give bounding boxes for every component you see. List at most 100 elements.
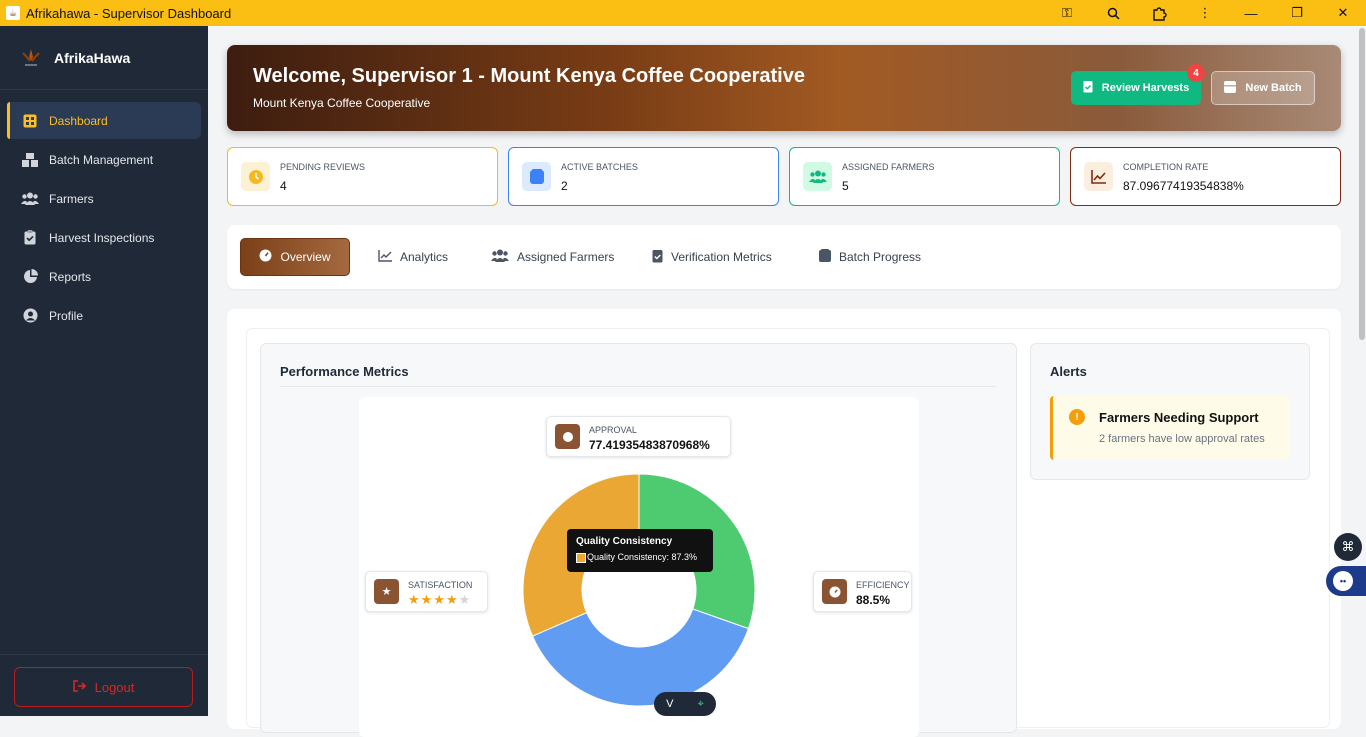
logout-button[interactable]: Logout (14, 667, 193, 707)
sidebar-item-harvest-inspections[interactable]: Harvest Inspections (7, 219, 201, 256)
pending-count-badge: 4 (1187, 64, 1205, 82)
window-title: Afrikahawa - Supervisor Dashboard (26, 5, 232, 21)
approval-value: 77.41935483870968% (589, 438, 710, 452)
close-button[interactable]: ✕ (1320, 0, 1366, 26)
efficiency-label: EFFICIENCY (856, 580, 910, 590)
stat-label: ASSIGNED FARMERS (842, 162, 935, 172)
star-icon: ★ (445, 592, 458, 607)
efficiency-value: 88.5% (856, 593, 891, 607)
approval-card: APPROVAL 77.41935483870968% (546, 416, 731, 457)
stat-card-pending-reviews: PENDING REVIEWS 4 (227, 147, 498, 206)
sidebar-item-batch-management[interactable]: Batch Management (7, 141, 201, 178)
page-title: Welcome, Supervisor 1 - Mount Kenya Coff… (253, 65, 805, 87)
performance-chart-area: APPROVAL 77.41935483870968% ★ SATISFACTI… (359, 397, 919, 737)
stat-card-active-batches: ACTIVE BATCHES 2 (508, 147, 779, 206)
sidebar-item-label: Harvest Inspections (49, 230, 155, 245)
section-title: Alerts (1050, 364, 1087, 379)
grid-icon (21, 114, 39, 128)
efficiency-card: EFFICIENCY 88.5% (813, 571, 912, 612)
satisfaction-card: ★ SATISFACTION ★★★★★ (365, 571, 488, 612)
command-icon[interactable]: ⌘ (1334, 533, 1362, 561)
stat-value: 4 (280, 179, 287, 193)
assistant-button[interactable]: •• (1326, 566, 1366, 596)
donut-slice-2[interactable] (531, 608, 750, 707)
brand[interactable]: AfrikaHawa (0, 26, 208, 90)
tab-batch-progress[interactable]: Batch Progress (819, 238, 921, 276)
main-content: Welcome, Supervisor 1 - Mount Kenya Coff… (208, 26, 1358, 737)
circle-icon (555, 424, 580, 449)
cooperative-name: Mount Kenya Coffee Cooperative (253, 96, 431, 110)
sidebar-item-farmers[interactable]: Farmers (7, 180, 201, 217)
crosshair-icon[interactable]: ⌖ (698, 698, 704, 711)
tab-label: Batch Progress (839, 250, 922, 264)
chevron-down-icon[interactable]: V (666, 698, 673, 710)
chart-tooltip: Quality Consistency Quality Consistency:… (567, 529, 713, 572)
sidebar-item-reports[interactable]: Reports (7, 258, 201, 295)
sidebar-item-profile[interactable]: Profile (7, 297, 201, 334)
satisfaction-stars: ★★★★★ (408, 591, 471, 609)
sign-out-icon (72, 679, 87, 695)
boxes-icon (21, 152, 39, 167)
alert-item[interactable]: ! Farmers Needing Support 2 farmers have… (1050, 396, 1290, 460)
tab-analytics[interactable]: Analytics (378, 238, 448, 276)
zoom-icon[interactable] (1090, 0, 1136, 26)
sidebar: AfrikaHawa Dashboard Batch Management Fa… (0, 26, 208, 716)
chart-line-icon (378, 249, 392, 265)
alert-text: 2 farmers have low approval rates (1099, 433, 1265, 445)
tab-overview[interactable]: Overview (240, 238, 350, 276)
new-batch-button[interactable]: New Batch (1211, 71, 1315, 105)
app-icon: ☕ (6, 6, 20, 20)
key-icon[interactable]: ⚿ (1044, 0, 1090, 26)
stat-label: PENDING REVIEWS (280, 162, 366, 172)
welcome-banner: Welcome, Supervisor 1 - Mount Kenya Coff… (227, 45, 1341, 131)
users-icon (803, 162, 832, 191)
new-batch-label: New Batch (1245, 82, 1302, 94)
approval-label: APPROVAL (589, 425, 637, 435)
users-icon (21, 192, 39, 205)
pie-chart-icon (21, 269, 39, 284)
chart-line-icon (1084, 162, 1113, 191)
star-icon: ★ (458, 592, 471, 607)
star-icon: ★ (408, 592, 420, 607)
tooltip-title: Quality Consistency (576, 536, 673, 547)
users-icon (491, 249, 509, 265)
box-icon (522, 162, 551, 191)
satisfaction-label: SATISFACTION (408, 580, 473, 590)
more-icon[interactable]: ⋮ (1182, 0, 1228, 26)
sidebar-item-label: Profile (49, 308, 84, 323)
overview-panel: Performance Metrics APPROVAL 77.41935483… (227, 309, 1341, 737)
stat-card-completion-rate: COMPLETION RATE 87.09677419354838% (1070, 147, 1341, 206)
tab-assigned-farmers[interactable]: Assigned Farmers (491, 238, 614, 276)
review-harvests-label: Review Harvests (1101, 82, 1190, 94)
clipboard-check-icon (1083, 80, 1093, 96)
performance-metrics-card: Performance Metrics APPROVAL 77.41935483… (260, 343, 1017, 737)
box-icon (1224, 80, 1237, 96)
sidebar-item-label: Batch Management (49, 152, 154, 167)
section-title: Performance Metrics (280, 364, 409, 379)
tab-label: Overview (280, 250, 331, 264)
tab-label: Assigned Farmers (517, 250, 615, 264)
clock-icon (241, 162, 270, 191)
star-icon: ★ (420, 592, 433, 607)
page-scrollbar[interactable] (1358, 26, 1366, 716)
warning-icon: ! (1069, 409, 1085, 425)
stat-value: 2 (561, 179, 568, 193)
coffee-logo-icon (18, 45, 44, 71)
extension-icon[interactable] (1136, 0, 1182, 26)
tooltip-value: Quality Consistency: 87.3% (587, 552, 698, 562)
tooltip-swatch (576, 553, 586, 563)
stat-label: ACTIVE BATCHES (561, 162, 638, 172)
sidebar-item-label: Farmers (49, 191, 94, 206)
tab-label: Analytics (400, 250, 449, 264)
tab-verification-metrics[interactable]: Verification Metrics (652, 238, 772, 276)
maximize-button[interactable]: ❐ (1274, 0, 1320, 26)
window-titlebar: ☕ Afrikahawa - Supervisor Dashboard ⚿ ⋮ … (0, 0, 1366, 26)
sidebar-item-label: Dashboard (49, 113, 108, 128)
minimize-button[interactable]: — (1228, 0, 1274, 26)
review-harvests-button[interactable]: Review Harvests (1071, 71, 1201, 105)
sidebar-item-dashboard[interactable]: Dashboard (7, 102, 201, 139)
user-circle-icon (21, 308, 39, 323)
scrollbar-thumb[interactable] (1359, 28, 1365, 340)
clipboard-check-icon (652, 249, 663, 266)
stat-value: 5 (842, 179, 849, 193)
